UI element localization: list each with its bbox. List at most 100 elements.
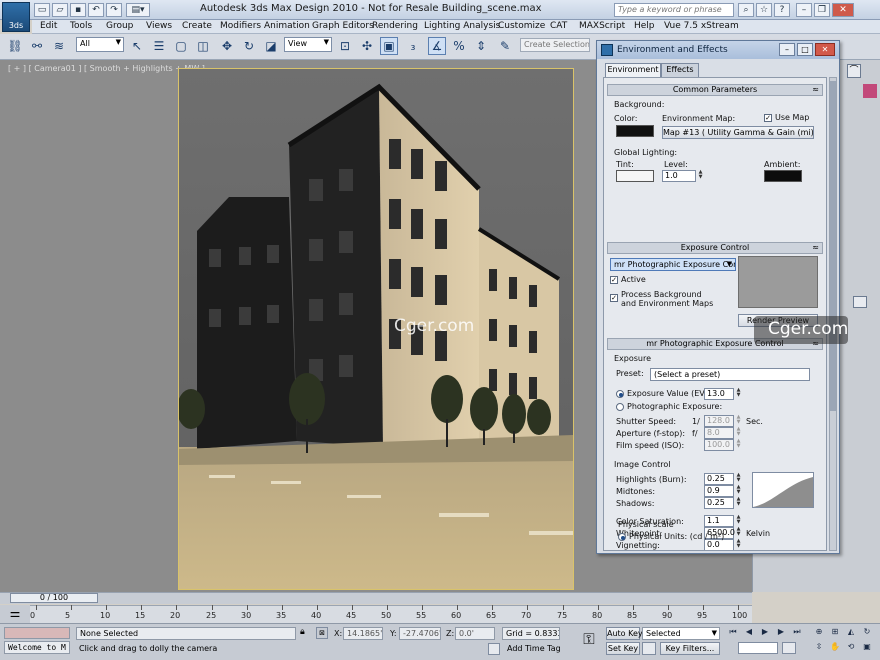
menu-graph-editors[interactable]: Graph Editors — [312, 21, 374, 31]
search-input[interactable]: Type a keyword or phrase — [614, 3, 734, 17]
z-coordinate-input[interactable]: 0.0' — [455, 627, 495, 640]
menu-create[interactable]: Create — [182, 21, 212, 31]
set-keys-key-icon[interactable]: ⚿ — [576, 628, 602, 652]
time-configuration-icon[interactable] — [782, 642, 796, 654]
current-frame-input[interactable] — [738, 642, 778, 654]
pivot-center-icon[interactable]: ⊡ — [336, 37, 354, 55]
common-parameters-rollout[interactable]: Common Parameters ≈ — [607, 84, 823, 96]
set-key-button[interactable]: Set Key — [606, 642, 640, 655]
select-and-link-icon[interactable]: ⛓ — [6, 37, 24, 55]
zoom-viewport-icon[interactable]: ⊕ — [812, 626, 826, 638]
help-icon[interactable]: ? — [774, 3, 790, 17]
maximize-viewport-icon[interactable]: ▣ — [860, 641, 874, 653]
reference-coordinate-dropdown[interactable]: View ▼ — [284, 37, 332, 52]
app-menu-button[interactable]: 3ds — [2, 2, 30, 32]
environment-map-button[interactable]: Map #13 ( Utility Gamma & Gain (mi) ) — [662, 126, 814, 139]
pan-camera-icon[interactable]: ✋ — [828, 641, 842, 653]
select-manipulate-icon[interactable]: ✣ — [358, 37, 376, 55]
configure-modifier-sets-icon[interactable] — [853, 296, 867, 308]
zoom-all-icon[interactable]: ⊞ — [828, 626, 842, 638]
keyboard-shortcut-override-icon[interactable]: ▣ — [380, 37, 398, 55]
field-of-view-icon[interactable]: ◭ — [844, 626, 858, 638]
process-background-checkbox[interactable]: ✓ — [610, 294, 618, 302]
film-speed-input[interactable]: 100.0 — [704, 439, 734, 451]
go-to-end-icon[interactable]: ⏭ — [790, 626, 804, 638]
menu-customize[interactable]: Customize — [498, 21, 545, 31]
create-selection-set-input[interactable]: Create Selection Se — [520, 38, 590, 52]
lock-selection-icon[interactable]: 🔒︎ — [300, 627, 312, 639]
ambient-color-swatch[interactable] — [764, 170, 802, 182]
absolute-mode-icon[interactable]: ⊠ — [316, 627, 328, 639]
highlights-input[interactable]: 0.25 — [704, 473, 734, 485]
scale-icon[interactable]: ◪ — [262, 37, 280, 55]
menu-edit[interactable]: Edit — [40, 21, 57, 31]
time-tag-icon[interactable] — [488, 643, 500, 655]
physical-units-radio[interactable] — [618, 533, 626, 541]
exposure-value-spinner[interactable]: ▲ ▼ — [735, 388, 742, 400]
next-frame-icon[interactable]: ▶ — [774, 626, 788, 638]
add-time-tag-button[interactable]: Add Time Tag — [504, 643, 566, 656]
menu-cat[interactable]: CAT — [550, 21, 567, 31]
exposure-value-radio[interactable] — [616, 390, 624, 398]
menu-rendering[interactable]: Rendering — [372, 21, 418, 31]
exposure-type-dropdown[interactable]: mr Photographic Exposure Contro ▼ — [610, 258, 736, 271]
snaps-toggle-icon[interactable]: ₃ — [404, 37, 422, 55]
subscription-icon[interactable]: ☆ — [756, 3, 772, 17]
save-file-icon[interactable]: ▪ — [70, 3, 86, 17]
shutter-speed-input[interactable]: 128.0 — [704, 415, 734, 427]
exposure-value-input[interactable]: 13.0 — [704, 388, 734, 400]
roll-camera-icon[interactable]: ⟲ — [844, 641, 858, 653]
menu-group[interactable]: Group — [106, 21, 133, 31]
key-mode-dropdown[interactable]: Selected ▼ — [642, 627, 720, 640]
binoculars-icon[interactable]: ⌕ — [738, 3, 754, 17]
bind-space-warp-icon[interactable]: ≋ — [50, 37, 68, 55]
default-in-out-tangents-icon[interactable] — [642, 642, 656, 655]
go-to-start-icon[interactable]: ⏮ — [726, 626, 740, 638]
menu-tools[interactable]: Tools — [70, 21, 92, 31]
shadows-input[interactable]: 0.25 — [704, 497, 734, 509]
spinner-snap-icon[interactable]: ⇕ — [472, 37, 490, 55]
previous-frame-icon[interactable]: ◀ — [742, 626, 756, 638]
photographic-exposure-radio[interactable] — [616, 403, 624, 411]
select-object-icon[interactable]: ↖ — [128, 37, 146, 55]
midtones-input[interactable]: 0.9 — [704, 485, 734, 497]
auto-key-button[interactable]: Auto Key — [606, 627, 643, 640]
menu-vue-xstream[interactable]: Vue 7.5 xStream — [664, 21, 739, 31]
dialog-maximize-icon[interactable]: □ — [797, 43, 813, 56]
preset-dropdown[interactable]: (Select a preset) — [650, 368, 810, 381]
x-coordinate-input[interactable]: 14.1865' — [343, 627, 383, 640]
window-crossing-icon[interactable]: ◫ — [194, 37, 212, 55]
percent-snap-icon[interactable]: % — [450, 37, 468, 55]
time-slider-track[interactable] — [0, 592, 752, 604]
dialog-close-icon[interactable]: ✕ — [815, 43, 835, 56]
dialog-minimize-icon[interactable]: – — [779, 43, 795, 56]
edit-named-selection-icon[interactable]: ✎ — [496, 37, 514, 55]
tab-effects[interactable]: Effects — [661, 63, 699, 77]
menu-help[interactable]: Help — [634, 21, 655, 31]
dialog-scrollbar-thumb[interactable] — [830, 81, 836, 411]
menu-animation[interactable]: Animation — [264, 21, 310, 31]
dialog-title-bar[interactable]: Environment and Effects – □ ✕ — [597, 41, 839, 59]
key-filters-button[interactable]: Key Filters... — [660, 642, 720, 655]
film-speed-spinner[interactable]: ▲ ▼ — [735, 439, 742, 451]
rectangular-selection-icon[interactable]: ▢ — [172, 37, 190, 55]
maxscript-mini-listener-top[interactable] — [4, 627, 70, 639]
menu-modifiers[interactable]: Modifiers — [220, 21, 261, 31]
new-file-icon[interactable]: ▭ — [34, 3, 50, 17]
redo-icon[interactable]: ↷ — [106, 3, 122, 17]
background-color-swatch[interactable] — [616, 125, 654, 137]
close-icon[interactable]: ✕ — [832, 3, 854, 17]
y-coordinate-input[interactable]: -27.4706' — [399, 627, 441, 640]
color-saturation-input[interactable]: 1.1 — [704, 515, 734, 527]
rotate-icon[interactable]: ↻ — [240, 37, 258, 55]
menu-lighting-analysis[interactable]: Lighting Analysis — [424, 21, 500, 31]
tab-environment[interactable]: Environment — [605, 63, 661, 78]
menu-maxscript[interactable]: MAXScript — [579, 21, 625, 31]
minimize-icon[interactable]: – — [796, 3, 812, 17]
dolly-camera-icon[interactable]: ⇳ — [812, 641, 826, 653]
undo-icon[interactable]: ↶ — [88, 3, 104, 17]
viewport-label[interactable]: [ + ] [ Camera01 ] [ Smooth + Highlights… — [8, 64, 205, 73]
tint-color-swatch[interactable] — [616, 170, 654, 182]
track-bar-icon[interactable]: ⚌ — [0, 605, 30, 623]
play-icon[interactable]: ▶ — [758, 626, 772, 638]
